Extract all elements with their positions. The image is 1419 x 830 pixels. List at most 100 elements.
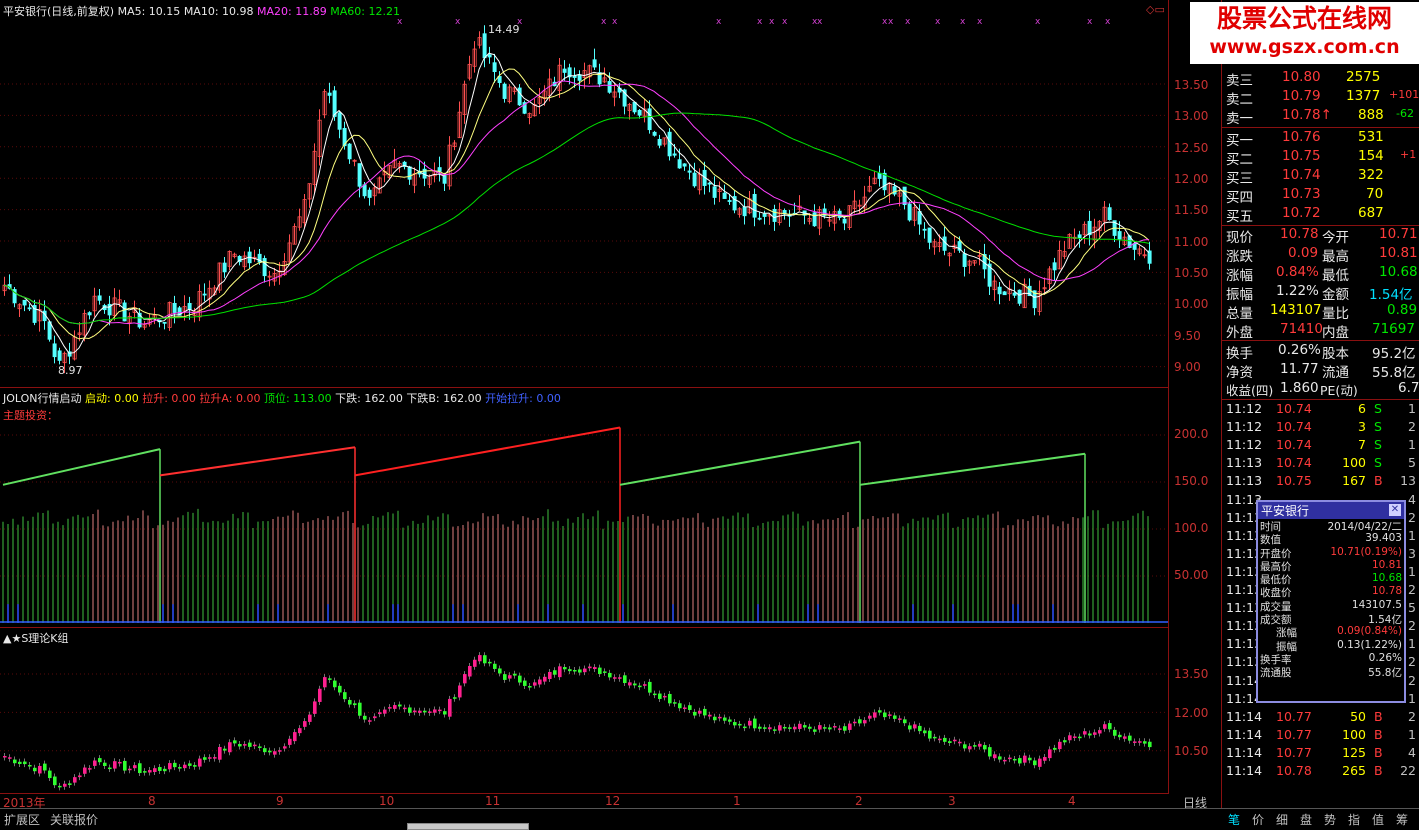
stat-value: 10.81	[1379, 245, 1418, 261]
tick-volume: 100	[1342, 455, 1366, 471]
k-body	[273, 751, 277, 755]
signal-marker: x	[782, 17, 788, 27]
k-body	[48, 770, 52, 779]
bid-row[interactable]: 买五 10.72 687	[1224, 205, 1419, 225]
stat-value: 10.68	[1379, 264, 1418, 280]
data-tooltip[interactable]: 平安银行 ✕ 时间 2014/04/22/二 数值 39.403 开盘价 10.71(0.…	[1256, 500, 1406, 703]
k-body	[1103, 724, 1107, 729]
tick-row[interactable]: 11:14 10.77 50 B 2	[1224, 709, 1419, 727]
tick-volume: 6	[1358, 401, 1366, 416]
k-body	[153, 768, 157, 773]
quote-divider	[1222, 127, 1419, 128]
bid-label: 买三	[1226, 171, 1253, 187]
main-price-chart[interactable]: xxxxxxxxxxxxxxxxxxxx	[0, 16, 1168, 386]
bid-price: 10.73	[1282, 186, 1321, 202]
ask-vol: 1377	[1346, 88, 1381, 104]
k-body	[968, 746, 972, 750]
window-controls[interactable]: ◇▭	[1146, 3, 1165, 16]
ask-row[interactable]: 卖三 10.80 2575	[1224, 69, 1419, 89]
candle-body	[712, 186, 717, 198]
k-body	[203, 757, 207, 760]
k-body	[358, 702, 362, 716]
tab-related-quotes[interactable]: 关联报价	[50, 811, 98, 828]
tick-row[interactable]: 11:12 10.74 7 S 1	[1224, 437, 1419, 455]
k-body	[433, 709, 437, 713]
k-body	[173, 762, 177, 768]
k-body	[1128, 735, 1132, 741]
tab-zhi2[interactable]: 值	[1372, 811, 1384, 828]
k-body	[988, 747, 992, 757]
tick-side: S	[1374, 455, 1382, 471]
k-body	[893, 715, 897, 719]
ask-row[interactable]: 卖二 10.79 1377 +101	[1224, 88, 1419, 108]
ask-row[interactable]: 卖一 10.78↑ 888 -62	[1224, 107, 1419, 127]
bid-row[interactable]: 买三 10.74 322	[1224, 167, 1419, 187]
tab-extension[interactable]: 扩展区	[4, 811, 40, 828]
k-body	[858, 719, 862, 724]
bid-row[interactable]: 买一 10.76 531	[1224, 129, 1419, 149]
k-body	[663, 695, 667, 698]
k-body	[243, 744, 247, 746]
k-body	[543, 676, 547, 682]
candle-body	[497, 76, 502, 83]
tick-count: 22	[1400, 763, 1416, 778]
k-body	[1043, 757, 1047, 761]
tab-xi[interactable]: 细	[1276, 811, 1288, 828]
k-body	[973, 745, 977, 747]
tab-zhi[interactable]: 指	[1348, 811, 1360, 828]
stat-value: 71410	[1280, 321, 1323, 337]
k-body	[1038, 758, 1042, 767]
tick-row[interactable]: 11:12 10.74 6 S 1	[1224, 401, 1419, 419]
stat-label: 涨跌	[1226, 249, 1253, 265]
candle-body	[1012, 292, 1017, 296]
tab-chou[interactable]: 筹	[1396, 811, 1408, 828]
k-chart[interactable]	[0, 640, 1168, 792]
k-body	[693, 711, 697, 716]
tick-volume: 3	[1358, 419, 1366, 435]
tick-row[interactable]: 11:12 10.74 3 S 2	[1224, 419, 1419, 437]
bid-row[interactable]: 买四 10.73 70	[1224, 186, 1419, 206]
tab-bi[interactable]: 笔	[1228, 811, 1240, 828]
tab-jia[interactable]: 价	[1252, 811, 1264, 828]
k-body	[368, 720, 372, 722]
k-body	[1123, 736, 1127, 739]
indicator-chart[interactable]	[0, 400, 1168, 626]
candle-body	[727, 200, 732, 202]
candle-body	[632, 101, 637, 113]
tick-row[interactable]: 11:13 10.75 167 B 13	[1224, 473, 1419, 491]
k-body	[1148, 741, 1152, 748]
stat-label: 股本	[1322, 346, 1349, 362]
tick-row[interactable]: 11:14 10.77 100 B 1	[1224, 727, 1419, 745]
candle-body	[942, 236, 947, 251]
watermark-url: www.gszx.com.cn	[1209, 36, 1400, 58]
ma20-line	[3, 80, 1150, 325]
tick-row[interactable]: 11:14 10.77 125 B 4	[1224, 745, 1419, 763]
y-tick: 12.50	[1174, 141, 1209, 155]
signal-marker: x	[455, 17, 461, 27]
tick-side: S	[1374, 419, 1382, 435]
tick-price: 10.77	[1276, 708, 1312, 724]
k-body	[1093, 732, 1097, 735]
k-body	[483, 655, 487, 664]
bid-row[interactable]: 买二 10.75 154 +1	[1224, 148, 1419, 168]
candle-body	[202, 293, 207, 296]
quote-panel-border	[1221, 0, 1222, 808]
tab-shi[interactable]: 势	[1324, 811, 1336, 828]
candle-body	[722, 192, 727, 199]
tab-pan[interactable]: 盘	[1300, 811, 1312, 828]
k-body	[963, 744, 967, 749]
stat-value: 1.860	[1280, 380, 1319, 396]
k-body	[938, 738, 942, 741]
low-marker: 8.97	[58, 364, 83, 377]
tick-row[interactable]: 11:14 10.78 265 B 22	[1224, 763, 1419, 781]
close-icon[interactable]: ✕	[1389, 504, 1401, 516]
stat-value: 11.77	[1280, 361, 1319, 377]
stat-label: 今开	[1322, 230, 1349, 246]
tick-time: 11:14	[1226, 726, 1263, 742]
k-body	[723, 717, 727, 721]
k-body	[753, 718, 757, 729]
k-body	[623, 675, 627, 684]
candle-body	[482, 33, 487, 59]
y-tick: 9.50	[1174, 329, 1201, 343]
tick-row[interactable]: 11:13 10.74 100 S 5	[1224, 455, 1419, 473]
